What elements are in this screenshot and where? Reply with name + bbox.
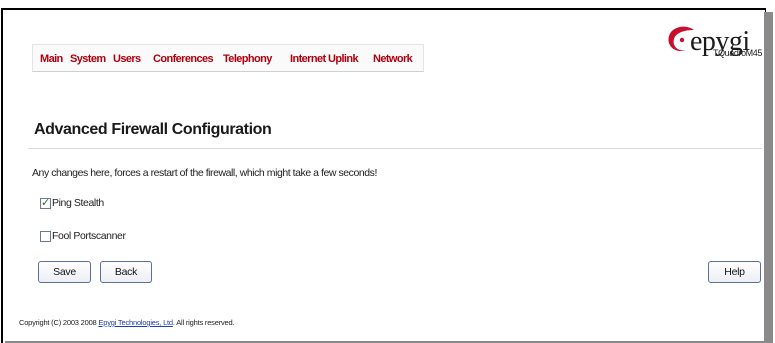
copyright-footer: Copyright (C) 2003 2008 Epygi Technologi… xyxy=(19,318,235,327)
frame-shadow xyxy=(764,12,773,343)
title-divider xyxy=(28,148,762,149)
menu-item-telephony[interactable]: Telephony xyxy=(223,53,272,65)
back-button[interactable]: Back xyxy=(100,261,152,283)
menu-item-conferences[interactable]: Conferences xyxy=(153,53,214,65)
checkmark-icon: ✓ xyxy=(41,197,51,209)
epygi-logo: epygi xyxy=(664,22,760,66)
restart-warning: Any changes here, forces a restart of th… xyxy=(32,167,377,179)
menu-item-main[interactable]: Main xyxy=(40,53,63,65)
company-link[interactable]: Epygi Technologies, Ltd xyxy=(98,318,173,327)
fool-portscanner-label: Fool Portscanner xyxy=(52,230,126,242)
copyright-suffix: . All rights reserved. xyxy=(172,318,235,327)
device-model: TQuadroM45 xyxy=(712,48,762,58)
fool-portscanner-checkbox[interactable] xyxy=(40,231,51,242)
menu-item-users[interactable]: Users xyxy=(113,53,141,65)
page-title: Advanced Firewall Configuration xyxy=(34,121,272,138)
menu-item-system[interactable]: System xyxy=(70,53,106,65)
main-menu: Main System Users Conferences Telephony … xyxy=(32,44,424,72)
save-button[interactable]: Save xyxy=(38,261,91,283)
ping-stealth-checkbox[interactable]: ✓ xyxy=(40,197,51,209)
menu-item-network[interactable]: Network xyxy=(373,53,413,65)
copyright-prefix: Copyright (C) 2003 2008 xyxy=(19,318,99,327)
help-button[interactable]: Help xyxy=(708,261,761,283)
ping-stealth-label: Ping Stealth xyxy=(52,197,104,209)
menu-item-internet-uplink[interactable]: Internet Uplink xyxy=(290,53,359,65)
